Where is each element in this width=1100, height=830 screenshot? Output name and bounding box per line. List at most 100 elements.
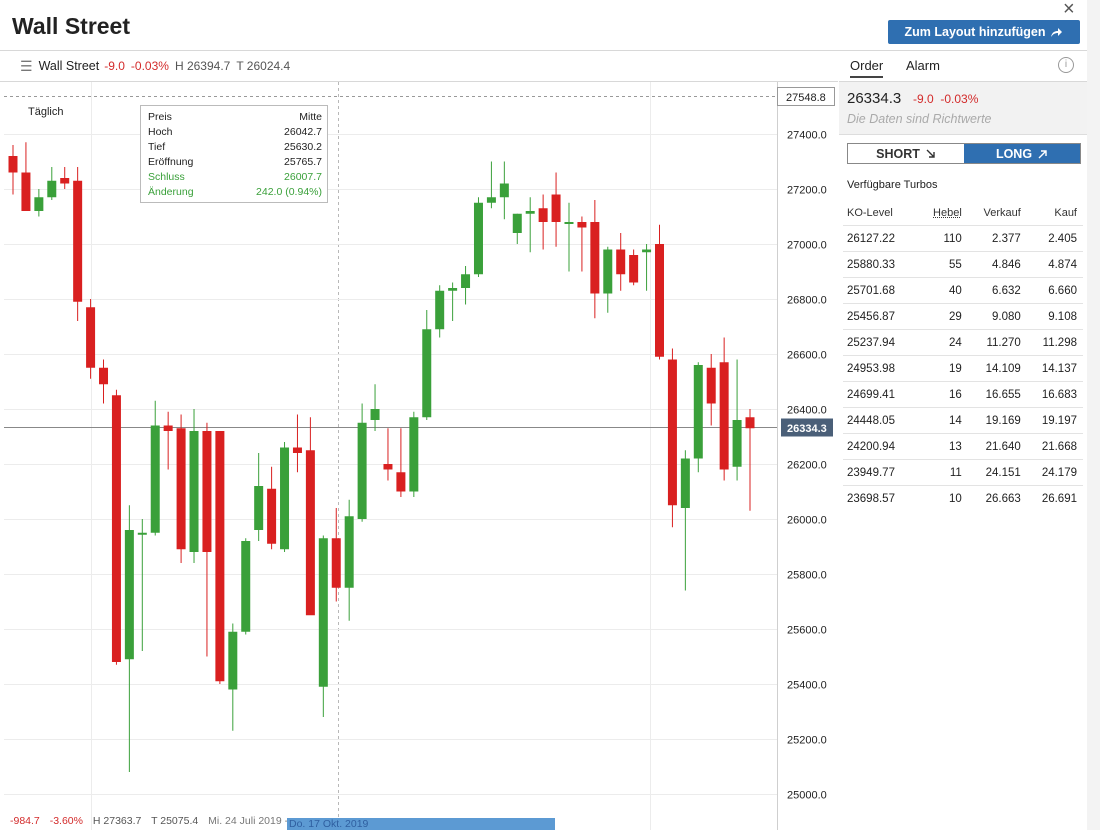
short-long-toggle: SHORT LONG [847, 143, 1081, 164]
candle[interactable] [603, 246, 613, 313]
candle[interactable] [538, 194, 548, 250]
candle[interactable] [280, 442, 290, 552]
candle[interactable] [254, 453, 264, 541]
turbo-row[interactable]: 24200.94 13 21.640 21.668 [843, 433, 1083, 460]
tooltip-value: 242.0 (0.94%) [256, 186, 322, 198]
candle[interactable] [448, 282, 458, 322]
candle[interactable] [551, 172, 561, 247]
turbo-row[interactable]: 25456.87 29 9.080 9.108 [843, 303, 1083, 330]
turbo-row[interactable]: 26127.22 110 2.377 2.405 [843, 225, 1083, 252]
candle[interactable] [344, 499, 354, 621]
candle[interactable] [99, 359, 109, 404]
page-title: Wall Street [12, 13, 131, 39]
candle[interactable] [732, 359, 742, 481]
candle[interactable] [629, 249, 639, 286]
candle[interactable] [8, 145, 18, 195]
y-tick-label: 25600.0 [787, 625, 827, 637]
background-edge [1087, 0, 1100, 830]
turbo-row[interactable]: 25237.94 24 11.270 11.298 [843, 329, 1083, 356]
candle[interactable] [719, 337, 729, 481]
candle[interactable] [60, 167, 70, 189]
candle[interactable] [163, 411, 173, 470]
candle[interactable] [512, 213, 522, 244]
candlestick-chart-area[interactable]: 25000.0 25200.0 25400.0 25600.0 25800.0 26000… [4, 82, 838, 830]
turbo-row[interactable]: 23698.57 10 26.663 26.691 [843, 485, 1083, 511]
candle[interactable] [745, 409, 755, 511]
col-hebel[interactable]: Hebel [920, 201, 968, 226]
candle[interactable] [318, 535, 328, 718]
info-icon[interactable]: i [1058, 57, 1074, 73]
candle[interactable] [655, 224, 664, 360]
candle[interactable] [435, 285, 445, 338]
status-date-from: Mi. 24 Juli 2019 - [208, 815, 289, 827]
candle[interactable] [564, 202, 574, 272]
candle[interactable] [409, 411, 419, 497]
turbo-verkauf: 6.632 [967, 277, 1027, 304]
y-tick-label: 27400.0 [787, 130, 827, 142]
status-bar: -984.7 -3.60% H 27363.7 T 25075.4 Mi. 24… [10, 815, 295, 827]
candle[interactable] [667, 348, 677, 528]
menu-icon[interactable]: ☰ [20, 58, 33, 75]
candle[interactable] [124, 505, 134, 772]
turbo-row[interactable]: 25880.33 55 4.846 4.874 [843, 251, 1083, 278]
add-to-layout-button[interactable]: Zum Layout hinzufügen [888, 20, 1080, 44]
candle[interactable] [215, 431, 225, 684]
candle[interactable] [331, 508, 341, 602]
short-button[interactable]: SHORT [848, 144, 964, 163]
candle[interactable] [642, 244, 652, 291]
candle[interactable] [305, 417, 315, 616]
candle[interactable] [137, 519, 147, 651]
tab-alarm[interactable]: Alarm [906, 58, 940, 73]
col-kauf: Kauf [1054, 207, 1077, 219]
candle[interactable] [73, 167, 83, 321]
tab-order[interactable]: Order [850, 58, 884, 78]
candle[interactable] [111, 389, 121, 665]
y-tick-label: 27000.0 [787, 240, 827, 252]
turbo-verkauf: 14.109 [967, 355, 1027, 382]
candle[interactable] [292, 414, 302, 473]
status-low: T 25075.4 [151, 815, 199, 827]
candle[interactable] [706, 354, 716, 426]
candle[interactable] [499, 161, 509, 220]
candle[interactable] [86, 299, 96, 379]
y-tick-label: 25400.0 [787, 680, 827, 692]
turbo-kauf: 21.668 [1026, 433, 1083, 460]
candle[interactable] [461, 266, 471, 305]
tooltip-col1: Preis [148, 111, 172, 123]
candle[interactable] [34, 189, 44, 217]
candle[interactable] [176, 414, 186, 564]
turbo-ko-level: 26127.22 [843, 225, 921, 252]
y-tick-label: 26600.0 [787, 350, 827, 362]
candle[interactable] [357, 403, 367, 522]
candle[interactable] [267, 466, 277, 550]
candle[interactable] [693, 362, 703, 473]
date-range-scrollbar[interactable]: Do. 17 Okt. 2019 [287, 818, 555, 830]
y-tick-label: 26200.0 [787, 460, 827, 472]
candle[interactable] [228, 623, 238, 731]
long-button[interactable]: LONG [964, 144, 1080, 163]
turbo-row[interactable]: 24699.41 16 16.655 16.683 [843, 381, 1083, 408]
candle[interactable] [370, 384, 380, 431]
candle[interactable] [396, 428, 406, 497]
turbo-row[interactable]: 23949.77 11 24.151 24.179 [843, 459, 1083, 486]
candle[interactable] [47, 167, 57, 200]
turbo-verkauf: 19.169 [967, 407, 1027, 434]
candle[interactable] [590, 200, 600, 319]
candle[interactable] [473, 197, 483, 277]
candle[interactable] [202, 422, 212, 657]
candle[interactable] [189, 409, 199, 563]
turbo-row[interactable]: 24448.05 14 19.169 19.197 [843, 407, 1083, 434]
turbo-row[interactable]: 24953.98 19 14.109 14.137 [843, 355, 1083, 382]
close-icon[interactable]: × [1063, 0, 1075, 21]
candle[interactable] [150, 400, 160, 536]
candle[interactable] [21, 142, 31, 211]
candle[interactable] [680, 450, 690, 591]
turbo-kauf: 19.197 [1026, 407, 1083, 434]
turbo-row[interactable]: 25701.68 40 6.632 6.660 [843, 277, 1083, 304]
candle[interactable] [241, 538, 251, 635]
candle[interactable] [383, 428, 393, 481]
candlestick-chart[interactable]: 25000.0 25200.0 25400.0 25600.0 25800.0 26000… [4, 82, 838, 830]
candle[interactable] [616, 233, 626, 291]
candle[interactable] [422, 310, 432, 420]
candle[interactable] [486, 161, 496, 209]
